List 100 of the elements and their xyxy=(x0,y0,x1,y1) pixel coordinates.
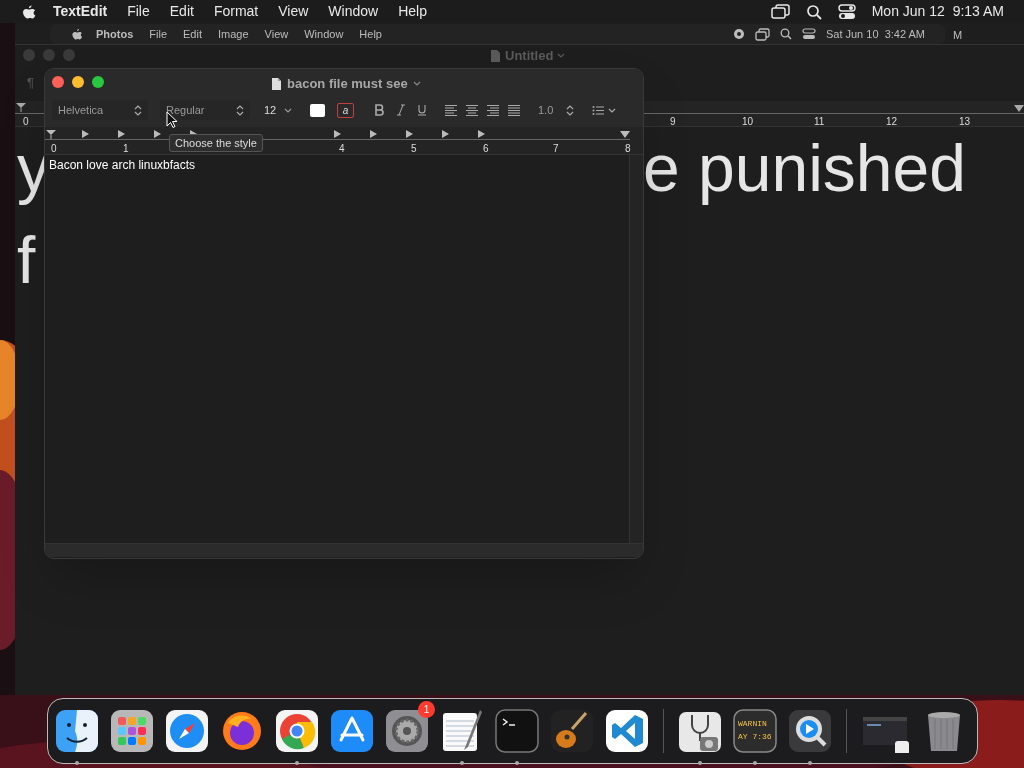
menu-bar-text: M xyxy=(953,28,963,43)
finder-icon[interactable] xyxy=(55,709,99,753)
font-size-field[interactable]: 12 xyxy=(258,100,298,120)
popup-value: Helvetica xyxy=(58,102,104,118)
justify-icon xyxy=(508,104,520,116)
ruler-number: 8 xyxy=(625,142,631,156)
tab-stop-icon xyxy=(406,130,413,138)
indent-marker-icon xyxy=(620,131,630,138)
code-editor-icon[interactable] xyxy=(605,709,649,753)
ruler-number: 5 xyxy=(411,142,417,156)
tab-stop-icon xyxy=(442,130,449,138)
menu-item[interactable]: Image xyxy=(218,25,249,43)
paragraph-mark: ¶ xyxy=(27,74,34,92)
tooltip: Choose the style xyxy=(169,134,263,152)
menu-item[interactable]: Edit xyxy=(169,1,194,22)
ruler-number: 9 xyxy=(670,115,676,129)
menu-item[interactable]: View xyxy=(264,25,289,43)
control-center-icon xyxy=(801,28,816,40)
app-menu[interactable]: TextEdit xyxy=(53,1,108,22)
underline-icon xyxy=(417,104,427,116)
menu-item[interactable]: Window xyxy=(328,1,379,22)
magnifier-play-icon[interactable] xyxy=(788,709,832,753)
search-icon xyxy=(779,28,792,40)
popup-value: 1.0 xyxy=(538,102,554,118)
control-center-icon xyxy=(837,3,856,20)
italic-icon xyxy=(396,104,406,116)
ruler-number: 13 xyxy=(959,115,971,129)
tab-stop-icon xyxy=(370,130,377,138)
screen-mirroring-icon xyxy=(770,3,790,20)
tab-stop-icon xyxy=(334,130,341,138)
guitar-icon[interactable] xyxy=(550,709,594,753)
menu-item[interactable]: Format xyxy=(213,1,259,22)
ruler-number: 4 xyxy=(339,142,345,156)
align-left-icon xyxy=(445,104,457,116)
window-control-button[interactable] xyxy=(52,76,64,88)
app-menu[interactable]: Photos xyxy=(96,25,134,43)
menu-item[interactable]: Edit xyxy=(183,25,202,43)
window-title: Untitled xyxy=(505,47,554,65)
tab-stop-icon xyxy=(478,130,485,138)
notepad-pen-icon[interactable] xyxy=(440,709,484,753)
menu-item[interactable]: File xyxy=(149,25,167,43)
align-center-icon xyxy=(466,104,478,116)
document-icon xyxy=(490,48,501,63)
bold-icon xyxy=(374,104,384,116)
popup-value: Regular xyxy=(166,102,205,118)
notification-badge: 1 xyxy=(418,701,435,718)
icon-text: WARNIN xyxy=(738,718,767,730)
indent-marker-icon xyxy=(1014,105,1024,112)
chevron-down-icon xyxy=(284,107,292,113)
apple-logo-icon xyxy=(70,27,84,41)
text-color-swatch[interactable] xyxy=(310,103,325,117)
ruler-number: 11 xyxy=(814,115,825,129)
document-icon xyxy=(271,76,282,91)
stepper-icon xyxy=(134,104,142,116)
tab-stop-icon xyxy=(118,130,125,138)
ruler-number: 7 xyxy=(553,142,559,156)
menu-item[interactable]: Window xyxy=(304,25,344,43)
console-icon[interactable] xyxy=(733,709,777,753)
fox-globe-icon[interactable] xyxy=(220,709,264,753)
font-popup[interactable]: Helvetica xyxy=(52,100,148,120)
ruler-number: 0 xyxy=(23,115,29,129)
stepper-icon xyxy=(236,104,244,116)
search-icon xyxy=(805,3,822,20)
app-store-icon[interactable] xyxy=(330,709,374,753)
window-control-button[interactable] xyxy=(72,76,84,88)
ruler-number: 12 xyxy=(886,115,898,129)
window-control-button[interactable] xyxy=(92,76,104,88)
highlight-color-button[interactable]: a xyxy=(337,102,354,118)
chevron-down-icon xyxy=(412,80,421,88)
window-title: bacon file must see xyxy=(287,75,408,93)
menu-item[interactable]: Help xyxy=(359,25,382,43)
menu-item[interactable]: File xyxy=(127,1,150,22)
tab-stop-icon xyxy=(16,103,26,112)
style-popup[interactable]: Regular xyxy=(160,100,250,120)
icon-text: AY 7:36 xyxy=(738,731,772,743)
ruler-number: 0 xyxy=(51,142,57,156)
tab-stop-icon xyxy=(154,130,161,138)
tab-stop-icon xyxy=(82,130,89,138)
record-icon xyxy=(732,28,745,40)
menu-bar-clock: Mon Jun 12 9:13 AM xyxy=(871,2,1004,21)
menu-item[interactable]: Help xyxy=(398,1,427,22)
menu-item[interactable]: View xyxy=(278,1,309,22)
document-text: Bacon love arch linuxbfacts xyxy=(49,157,197,174)
ruler-number: 1 xyxy=(123,142,129,156)
ruler-number: 10 xyxy=(742,115,754,129)
document-text: f xyxy=(17,227,36,293)
apple-logo-icon xyxy=(20,3,37,20)
terminal-icon[interactable] xyxy=(495,709,539,753)
align-right-icon xyxy=(487,104,499,116)
app-grid-icon[interactable] xyxy=(110,709,154,753)
screen-mirroring-icon xyxy=(754,27,770,41)
stepper-icon xyxy=(566,104,574,116)
line-spacing-popup[interactable]: 1.0 xyxy=(538,100,574,120)
menu-bar-clock: Sat Jun 10 3:42 AM xyxy=(825,26,925,42)
tab-stop-icon xyxy=(46,130,56,139)
list-style-icon xyxy=(592,104,616,116)
compass-icon[interactable] xyxy=(165,709,209,753)
popup-value: 12 xyxy=(264,102,277,118)
ruler-number: 6 xyxy=(483,142,489,156)
chevron-down-icon xyxy=(557,52,566,60)
